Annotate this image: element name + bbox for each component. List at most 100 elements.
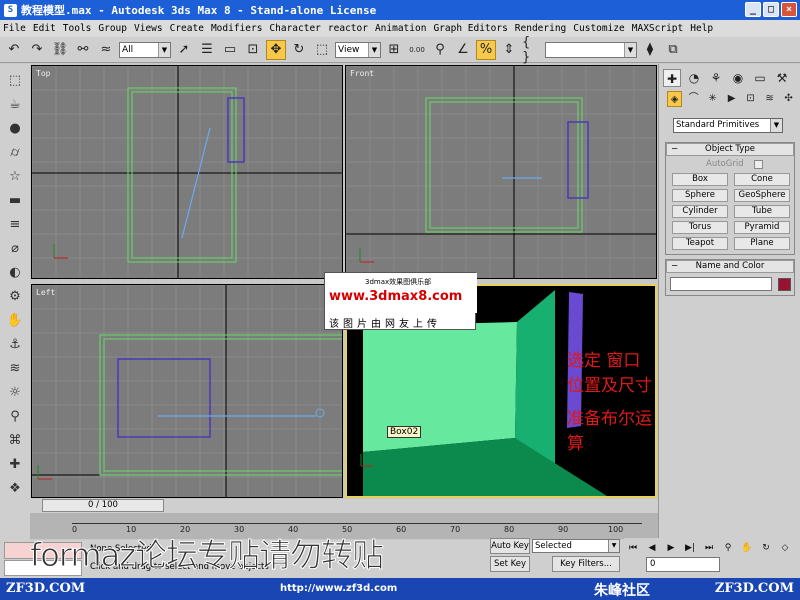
- zoom-icon[interactable]: ⚲: [721, 541, 735, 555]
- viewport-front[interactable]: Front: [345, 65, 657, 279]
- select-and-link-icon[interactable]: ⛓: [50, 40, 70, 60]
- pyramid-button[interactable]: Pyramid: [734, 221, 790, 234]
- named-selection-icon[interactable]: { }: [522, 35, 542, 65]
- reference-coordinate-select[interactable]: View ▼: [335, 41, 381, 58]
- menu-reactor[interactable]: reactor: [328, 23, 368, 34]
- teapot-icon[interactable]: ☕: [6, 96, 24, 114]
- plane-button[interactable]: Plane: [734, 237, 790, 250]
- wave-icon[interactable]: ≋: [6, 360, 24, 378]
- mirror-icon[interactable]: ⧫: [640, 40, 660, 60]
- star-icon[interactable]: ☆: [6, 168, 24, 186]
- set-key-button[interactable]: Set Key: [490, 556, 530, 572]
- viewport-label-left[interactable]: Left: [36, 288, 55, 297]
- cylinder-icon[interactable]: ⌭: [6, 144, 24, 162]
- viewport-top[interactable]: Top: [31, 65, 343, 279]
- motion-tab-icon[interactable]: ◉: [729, 69, 747, 87]
- system-icon[interactable]: ❖: [6, 480, 24, 498]
- snap-toggle-icon[interactable]: ⚲: [430, 40, 450, 60]
- menu-maxscript[interactable]: MAXScript: [632, 23, 683, 34]
- object-color-swatch[interactable]: [778, 277, 791, 291]
- box-icon[interactable]: ▬: [6, 192, 24, 210]
- menu-file[interactable]: File: [3, 23, 26, 34]
- tube-icon[interactable]: ⌀: [6, 240, 24, 258]
- bind-space-warp-icon[interactable]: ≈: [96, 40, 116, 60]
- torus-button[interactable]: Torus: [672, 221, 728, 234]
- maximize-button[interactable]: □: [763, 2, 779, 17]
- rectangular-selection-icon[interactable]: ▭: [220, 40, 240, 60]
- camera-icon[interactable]: ⌘: [6, 432, 24, 450]
- go-to-end-icon[interactable]: ⏭: [702, 541, 716, 555]
- menu-tools[interactable]: Tools: [63, 23, 92, 34]
- viewport-left[interactable]: Left: [31, 284, 343, 498]
- undo-icon[interactable]: ↶: [4, 40, 24, 60]
- teapot-button[interactable]: Teapot: [672, 237, 728, 250]
- cone-button[interactable]: Cone: [734, 173, 790, 186]
- cameras-icon[interactable]: ▶: [724, 91, 739, 107]
- menu-help[interactable]: Help: [690, 23, 713, 34]
- stack-icon[interactable]: ≡: [6, 216, 24, 234]
- previous-frame-icon[interactable]: ◀: [645, 541, 659, 555]
- utilities-tab-icon[interactable]: ⚒: [773, 69, 791, 87]
- helper-icon[interactable]: ✚: [6, 456, 24, 474]
- angle-snap-spinner[interactable]: 0.00: [407, 40, 427, 60]
- select-by-name-icon[interactable]: ☰: [197, 40, 217, 60]
- close-button[interactable]: ×: [781, 2, 797, 17]
- light-icon[interactable]: ☼: [6, 384, 24, 402]
- percent-snap-icon[interactable]: %: [476, 39, 496, 60]
- display-tab-icon[interactable]: ▭: [751, 69, 769, 87]
- menu-edit[interactable]: Edit: [33, 23, 56, 34]
- geometry-icon[interactable]: ◈: [667, 91, 683, 107]
- select-and-scale-icon[interactable]: ⬚: [312, 40, 332, 60]
- menu-create[interactable]: Create: [170, 23, 204, 34]
- minimize-button[interactable]: _: [745, 2, 761, 17]
- primitive-category-select[interactable]: Standard Primitives ▼: [673, 118, 783, 133]
- modify-tab-icon[interactable]: ◔: [685, 69, 703, 87]
- name-and-color-rollout-header[interactable]: − Name and Color: [666, 260, 794, 273]
- time-slider-thumb[interactable]: 0 / 100: [42, 499, 164, 512]
- go-to-start-icon[interactable]: ⏮: [626, 541, 640, 555]
- play-icon[interactable]: ▶: [664, 541, 678, 555]
- bones-icon[interactable]: ⚓: [6, 336, 24, 354]
- pan-icon[interactable]: ✋: [740, 541, 754, 555]
- key-filters-button[interactable]: Key Filters...: [552, 556, 620, 572]
- systems-icon[interactable]: ✣: [781, 91, 796, 107]
- auto-key-button[interactable]: Auto Key: [490, 538, 530, 554]
- viewport-label-front[interactable]: Front: [350, 69, 374, 78]
- menu-customize[interactable]: Customize: [573, 23, 624, 34]
- next-frame-icon[interactable]: ▶|: [683, 541, 697, 555]
- box-button[interactable]: Box: [672, 173, 728, 186]
- figure-icon[interactable]: ⚲: [6, 408, 24, 426]
- object-name-input[interactable]: [670, 277, 772, 291]
- menu-character[interactable]: Character: [269, 23, 320, 34]
- window-crossing-icon[interactable]: ⊡: [243, 40, 263, 60]
- helpers-icon[interactable]: ⊡: [743, 91, 758, 107]
- menu-animation[interactable]: Animation: [375, 23, 426, 34]
- selection-filter-select[interactable]: All ▼: [119, 41, 171, 58]
- redo-icon[interactable]: ↷: [27, 40, 47, 60]
- select-object-icon[interactable]: ➚: [174, 40, 194, 60]
- object-type-rollout-header[interactable]: − Object Type: [666, 143, 794, 156]
- current-frame-field[interactable]: 0: [646, 557, 720, 572]
- autogrid-checkbox[interactable]: [753, 159, 763, 169]
- select-and-move-icon[interactable]: ✥: [266, 39, 286, 60]
- named-selection-sets-select[interactable]: ▼: [545, 41, 637, 58]
- orbit-icon[interactable]: ↻: [759, 541, 773, 555]
- sphere-icon[interactable]: ●: [6, 120, 24, 138]
- viewport-label-top[interactable]: Top: [36, 69, 50, 78]
- hand-icon[interactable]: ✋: [6, 312, 24, 330]
- hierarchy-tab-icon[interactable]: ⚘: [707, 69, 725, 87]
- lights-icon[interactable]: ✳: [705, 91, 720, 107]
- sphere-button[interactable]: Sphere: [672, 189, 728, 202]
- menu-graph-editors[interactable]: Graph Editors: [433, 23, 507, 34]
- align-icon[interactable]: ⧉: [663, 40, 683, 60]
- spacewarps-icon[interactable]: ≋: [762, 91, 777, 107]
- tube-button[interactable]: Tube: [734, 205, 790, 218]
- menu-group[interactable]: Group: [98, 23, 127, 34]
- spinner-snap-icon[interactable]: ⇕: [499, 40, 519, 60]
- cylinder-button[interactable]: Cylinder: [672, 205, 728, 218]
- menu-rendering[interactable]: Rendering: [515, 23, 566, 34]
- geosphere-button[interactable]: GeoSphere: [734, 189, 790, 202]
- menu-views[interactable]: Views: [134, 23, 163, 34]
- create-tab-icon[interactable]: ✚: [663, 69, 681, 87]
- unlink-icon[interactable]: ⚯: [73, 40, 93, 60]
